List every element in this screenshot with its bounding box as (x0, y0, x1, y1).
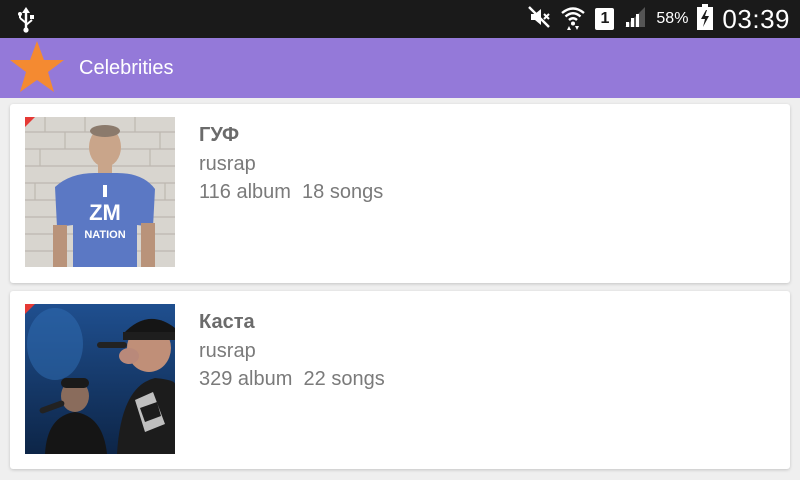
corner-badge (25, 304, 35, 314)
wifi-icon (560, 4, 586, 35)
list-item-celebrity[interactable]: ZM NATION ГУФ rusrap 116 album 18 songs (10, 104, 790, 283)
page-title: Celebrities (79, 57, 174, 79)
celebrity-photo: ZM NATION (25, 117, 175, 267)
album-count: 329 album (199, 368, 293, 390)
list-item-celebrity[interactable]: Каста rusrap 329 album 22 songs (10, 291, 790, 469)
celebrity-name: Каста (199, 311, 255, 333)
svg-text:ZM: ZM (89, 200, 121, 225)
celebrity-stats: 116 album 18 songs (199, 181, 383, 204)
svg-text:NATION: NATION (84, 229, 125, 241)
signal-icon (623, 5, 647, 34)
usb-icon (16, 7, 36, 38)
action-bar: Celebrities (0, 38, 800, 98)
status-bar: 1 58% 03:39 (0, 0, 800, 38)
star-icon[interactable] (7, 39, 67, 102)
sim-indicator: 1 (595, 8, 615, 30)
song-count: 22 songs (303, 368, 385, 390)
celebrity-stats: 329 album 22 songs (199, 368, 385, 391)
battery-charging-icon (697, 3, 714, 35)
song-count: 18 songs (302, 181, 384, 203)
vibrate-mute-icon (527, 5, 551, 34)
celebrity-photo (25, 304, 175, 454)
corner-badge (25, 117, 35, 127)
celebrity-genre: rusrap (199, 153, 256, 175)
celebrity-genre: rusrap (199, 340, 256, 362)
clock-time: 03:39 (722, 3, 790, 34)
battery-percent: 58% (656, 10, 689, 27)
celebrity-name: ГУФ (199, 124, 240, 146)
album-count: 116 album (199, 181, 291, 203)
